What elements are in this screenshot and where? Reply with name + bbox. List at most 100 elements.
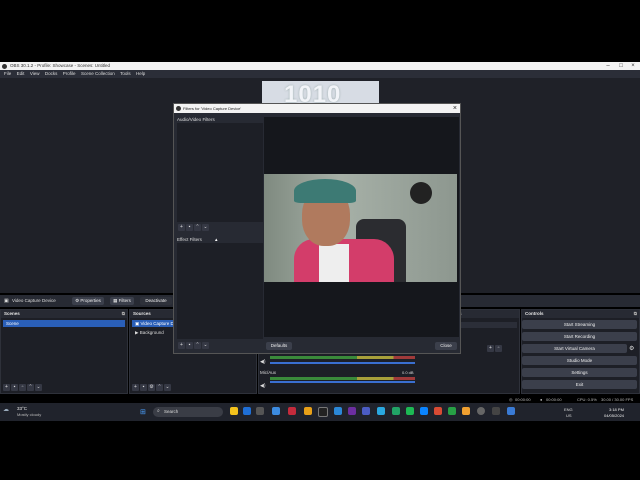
app-icon-blue[interactable]	[334, 407, 342, 415]
effect-filters-list[interactable]	[177, 243, 263, 339]
window-title-bar: OBS 30.1.2 - Profile: Showcase - Scenes:…	[0, 62, 640, 70]
exit-button[interactable]: Exit	[522, 380, 637, 389]
start-recording-button[interactable]: Start Recording	[522, 332, 637, 341]
menu-icon[interactable]: ▫	[495, 345, 502, 352]
dialog-title: Filters for 'Video Capture Device'	[183, 106, 242, 111]
move-down-icon[interactable]: ⌄	[35, 384, 42, 391]
virtual-camera-settings-icon[interactable]: ⚙	[629, 345, 634, 352]
edge-icon[interactable]	[243, 407, 251, 415]
menu-profile[interactable]: Profile	[63, 70, 76, 78]
dock-menu-icon: ⧉	[633, 311, 637, 316]
remove-filter-icon[interactable]: ▪	[186, 224, 193, 231]
search-icon: ⌕	[157, 408, 160, 414]
close-icon[interactable]: ×	[627, 62, 639, 70]
teams-icon[interactable]	[348, 407, 356, 415]
status-bar: ◎ 00:00:00 ● 00:00:00 CPU: 0.5% 30.00 / …	[455, 396, 640, 402]
cpu-usage: CPU: 0.5%	[577, 397, 597, 402]
mixer-dropdown[interactable]	[461, 322, 517, 328]
defaults-button[interactable]: Defaults	[266, 342, 292, 350]
minimize-icon[interactable]: –	[602, 62, 614, 70]
maximize-icon[interactable]: □	[615, 62, 627, 70]
move-up-icon[interactable]: ⌃	[156, 384, 163, 391]
av-filters-list[interactable]	[177, 123, 263, 222]
desktop-volume-slider[interactable]	[270, 362, 415, 364]
move-down-icon[interactable]: ⌄	[202, 342, 209, 349]
remove-scene-icon[interactable]: ▪	[11, 384, 18, 391]
weather-icon[interactable]: ☁	[3, 406, 9, 413]
add-icon[interactable]: +	[487, 345, 494, 352]
remove-source-icon[interactable]: ▪	[140, 384, 147, 391]
controls-header: Controls ⧉	[522, 310, 639, 318]
start-streaming-button[interactable]: Start Streaming	[522, 320, 637, 329]
obs-taskbar-icon[interactable]	[318, 407, 328, 417]
language-indicator[interactable]: ENG	[564, 407, 573, 412]
mixer-toolbar: + ▫	[487, 345, 503, 352]
menu-file[interactable]: File	[4, 70, 11, 78]
app-icon-orange[interactable]	[304, 407, 312, 415]
add-scene-icon[interactable]: +	[3, 384, 10, 391]
menu-tools[interactable]: Tools	[120, 70, 131, 78]
add-source-icon[interactable]: +	[132, 384, 139, 391]
menu-edit[interactable]: Edit	[17, 70, 25, 78]
mic-volume-slider[interactable]	[270, 381, 415, 383]
move-up-icon[interactable]: ⌃	[27, 384, 34, 391]
close-icon[interactable]: ×	[453, 104, 457, 113]
app-icon-coral[interactable]	[434, 407, 442, 415]
file-explorer-icon[interactable]	[230, 407, 238, 415]
source-properties-icon[interactable]: ⚙	[148, 384, 155, 391]
rec-time: 00:00:00	[546, 397, 562, 402]
app-icon-dark[interactable]	[492, 407, 500, 415]
taskview-icon[interactable]	[256, 407, 264, 415]
spotify-icon[interactable]	[406, 407, 414, 415]
speaker-icon[interactable]: ◀)	[260, 359, 266, 365]
app-icon-grey[interactable]	[477, 407, 485, 415]
app-icon-cyan[interactable]	[420, 407, 428, 415]
move-up-icon[interactable]: ⌃	[194, 224, 201, 231]
move-down-icon[interactable]: ⌄	[164, 384, 171, 391]
av-filters-label: Audio/Video Filters	[177, 117, 215, 122]
app-icon-green[interactable]	[392, 407, 400, 415]
telegram-icon[interactable]	[377, 407, 385, 415]
mic-audio-meter	[270, 377, 415, 380]
mouse-cursor-icon: ▴	[215, 237, 218, 243]
properties-button[interactable]: ⚙ Properties	[72, 297, 104, 305]
app-icon-yellow[interactable]	[462, 407, 470, 415]
fps-readout: 30.00 / 30.00 FPS	[601, 397, 634, 402]
settings-button[interactable]: Settings	[522, 368, 637, 377]
close-button[interactable]: Close	[435, 342, 457, 350]
filters-button[interactable]: ▦ Filters	[110, 297, 134, 305]
av-filters-toolbar: + ▪ ⌃ ⌄	[178, 224, 210, 231]
scene-filters-icon[interactable]: ▫	[19, 384, 26, 391]
deactivate-button[interactable]: Deactivate	[140, 297, 172, 305]
move-up-icon[interactable]: ⌃	[194, 342, 201, 349]
store-icon[interactable]	[272, 407, 280, 415]
sources-toolbar: + ▪ ⚙ ⌃ ⌄	[132, 384, 172, 391]
menu-view[interactable]: View	[30, 70, 40, 78]
mic-speaker-icon[interactable]: ◀)	[260, 383, 266, 389]
menu-bar: File Edit View Docks Profile Scene Colle…	[0, 70, 640, 78]
move-down-icon[interactable]: ⌄	[202, 224, 209, 231]
app-icon-m[interactable]	[448, 407, 456, 415]
start-virtual-camera-button[interactable]: Start Virtual Camera	[522, 344, 627, 353]
app-icon-last[interactable]	[507, 407, 515, 415]
taskbar-search[interactable]: ⌕ Search	[153, 407, 223, 417]
selected-source-name: Video Capture Device	[12, 298, 56, 303]
clock-time[interactable]: 3:18 PM	[609, 407, 624, 412]
filters-dialog: Filters for 'Video Capture Device' × Aud…	[173, 103, 461, 354]
menu-help[interactable]: Help	[136, 70, 145, 78]
add-filter-icon[interactable]: +	[178, 342, 185, 349]
add-filter-icon[interactable]: +	[178, 224, 185, 231]
search-label: Search	[164, 409, 179, 414]
menu-scene-collection[interactable]: Scene Collection	[81, 70, 115, 78]
menu-docks[interactable]: Docks	[45, 70, 58, 78]
windows-start-icon[interactable]: ⊞	[140, 408, 146, 416]
remove-filter-icon[interactable]: ▪	[186, 342, 193, 349]
person-cap	[294, 179, 356, 203]
weather-temp: 33°C	[17, 406, 28, 411]
discord-icon[interactable]	[362, 407, 370, 415]
app-icon-red[interactable]	[288, 407, 296, 415]
desktop-audio-meter	[270, 356, 415, 359]
language-region: US	[566, 413, 572, 418]
scene-item[interactable]: Scene	[3, 320, 125, 327]
studio-mode-button[interactable]: Studio Mode	[522, 356, 637, 365]
